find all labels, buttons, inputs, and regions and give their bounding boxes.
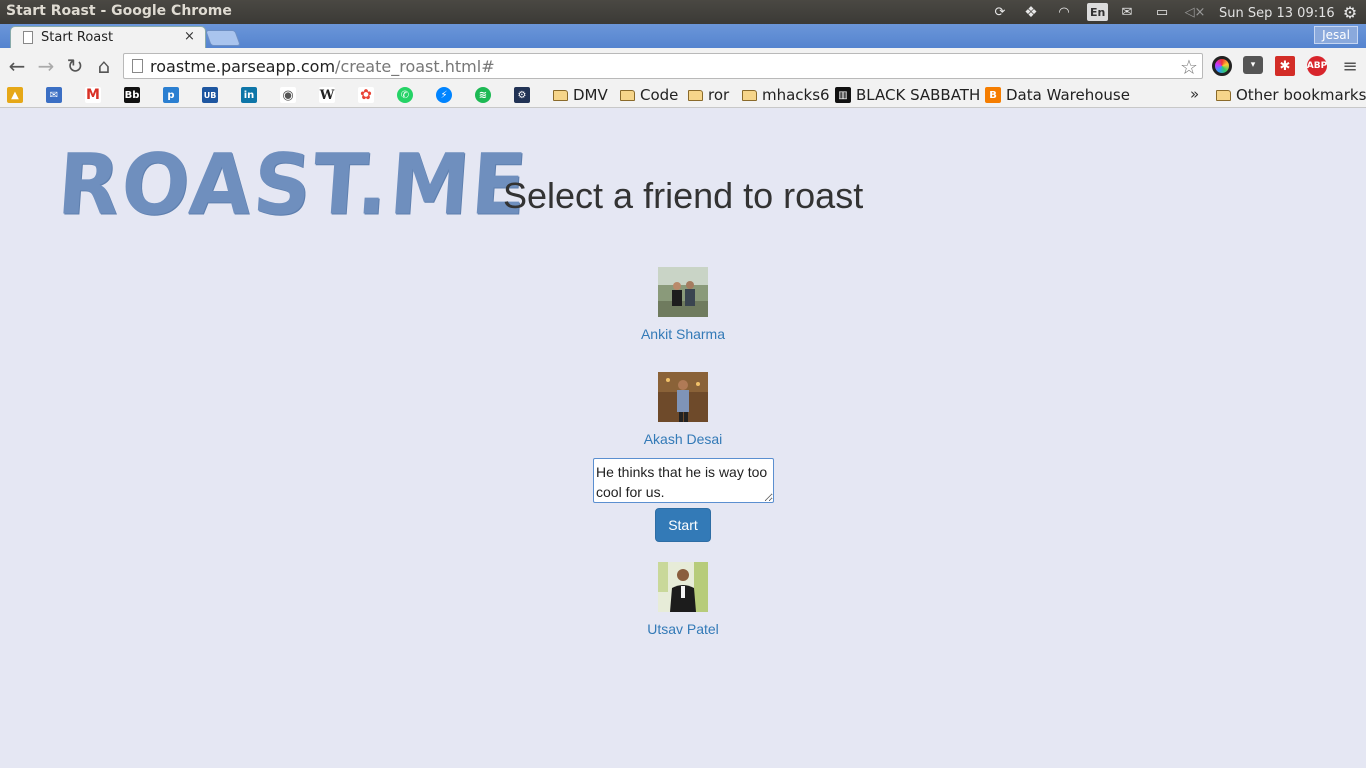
profile-button[interactable]: Jesal xyxy=(1314,26,1358,44)
tab-start-roast[interactable]: Start Roast × xyxy=(10,26,206,48)
lastpass-icon[interactable]: ✱ xyxy=(1275,56,1295,76)
bookmarks-bar: ▲ ✉ M Bb p UB in ◉ W ✿ ✆ ⚡ ≋ ⚙ DMV Code … xyxy=(0,84,1366,108)
back-icon[interactable]: ← xyxy=(5,54,29,78)
battery-icon[interactable]: ▭ xyxy=(1150,3,1174,21)
avatar[interactable] xyxy=(658,372,708,422)
other-bookmarks-folder[interactable]: Other bookmarks xyxy=(1216,86,1366,104)
bookmark-folder-label: mhacks6 xyxy=(762,86,830,104)
system-top-panel: Start Roast - Google Chrome ⟳ ❖ ◠ En ✉ ▭… xyxy=(0,0,1366,24)
folder-icon xyxy=(620,89,635,101)
folder-icon xyxy=(688,89,703,101)
page-title: Select a friend to roast xyxy=(503,175,864,216)
url-path: /create_roast.html# xyxy=(335,57,495,76)
friend-name-link[interactable]: Akash Desai xyxy=(583,431,783,447)
mail-icon[interactable]: ✉ xyxy=(1117,3,1137,21)
settings-gear-icon[interactable]: ⚙ xyxy=(1340,3,1360,22)
bookmark-whatsapp-icon[interactable]: ✆ xyxy=(397,87,413,103)
bookmark-mail-icon[interactable]: ✉ xyxy=(46,87,62,103)
friend-name-link[interactable]: Utsav Patel xyxy=(583,621,783,637)
bookmark-gmail-icon[interactable]: M xyxy=(85,87,101,103)
friend-card-ankit: Ankit Sharma xyxy=(583,267,783,342)
bookmark-spotify-icon[interactable]: ≋ xyxy=(475,87,491,103)
site-logo: ROAST.ME xyxy=(54,135,532,234)
adblock-icon[interactable]: ABP xyxy=(1307,56,1327,76)
start-button[interactable]: Start xyxy=(655,508,711,542)
bookmark-folder-label: Code xyxy=(640,86,679,104)
bookmark-folder-dmv[interactable]: DMV xyxy=(553,86,608,104)
friend-photo xyxy=(658,562,708,612)
wifi-icon[interactable]: ◠ xyxy=(1053,3,1075,21)
address-bar[interactable]: roastme.parseapp.com/create_roast.html# … xyxy=(123,53,1203,79)
folder-icon xyxy=(742,89,757,101)
page-content: ROAST.ME Select a friend to roast Ankit … xyxy=(0,109,1366,768)
bookmark-pearson-icon[interactable]: p xyxy=(163,87,179,103)
bookmark-folder-mhacks6[interactable]: mhacks6 xyxy=(742,86,830,104)
new-tab-button[interactable] xyxy=(205,30,241,46)
bookmark-github-icon[interactable]: ◉ xyxy=(280,87,296,103)
page-info-icon[interactable] xyxy=(132,59,143,73)
tab-close-icon[interactable]: × xyxy=(184,29,195,44)
tab-title: Start Roast xyxy=(41,30,114,45)
bookmarks-overflow-button[interactable]: » xyxy=(1190,85,1199,103)
folder-icon xyxy=(1216,89,1231,101)
friend-photo xyxy=(658,372,708,422)
reload-icon[interactable]: ↻ xyxy=(63,54,87,78)
bookmark-label: Data Warehouse xyxy=(1006,86,1130,104)
bookmark-folder-code[interactable]: Code xyxy=(620,86,678,104)
other-bookmarks-label: Other bookmarks xyxy=(1236,86,1366,104)
url-text: roastme.parseapp.com/create_roast.html# xyxy=(150,57,495,76)
colorpicker-icon[interactable] xyxy=(1212,56,1232,76)
bookmark-folder-label: DMV xyxy=(573,86,608,104)
sync-icon[interactable]: ⟳ xyxy=(992,3,1008,21)
bookmark-blackboard-icon[interactable]: Bb xyxy=(124,87,140,103)
bookmark-data-warehouse[interactable]: B Data Warehouse xyxy=(985,86,1130,104)
bookmark-linkedin-icon[interactable]: in xyxy=(241,87,257,103)
clock[interactable]: Sun Sep 13 09:16 xyxy=(1219,4,1335,22)
volume-muted-icon[interactable]: ◁× xyxy=(1185,3,1206,21)
bookmark-wikipedia-icon[interactable]: W xyxy=(319,87,335,103)
folder-icon xyxy=(553,89,568,101)
roast-message-input[interactable]: He thinks that he is way too cool for us… xyxy=(593,458,774,503)
friend-name-link[interactable]: Ankit Sharma xyxy=(583,326,783,342)
page-favicon-icon xyxy=(23,31,33,44)
blogger-icon: B xyxy=(985,87,1001,103)
bookmark-folder-label: ror xyxy=(708,86,730,104)
browser-toolbar: ← → ↻ ⌂ roastme.parseapp.com/create_roas… xyxy=(0,48,1366,84)
keyboard-layout-indicator[interactable]: En xyxy=(1087,3,1109,21)
bookmark-star-icon[interactable]: ☆ xyxy=(1180,55,1198,79)
bookmark-ub-icon[interactable]: UB xyxy=(202,87,218,103)
bookmark-black-sabbath[interactable]: ▥ BLACK SABBATH xyxy=(835,86,980,104)
bookmark-drive-icon[interactable]: ▲ xyxy=(7,87,23,103)
dropbox-icon[interactable]: ❖ xyxy=(1021,3,1041,21)
bookmark-folder-ror[interactable]: ror xyxy=(688,86,729,104)
friend-card-akash: Akash Desai xyxy=(583,372,783,447)
window-title: Start Roast - Google Chrome xyxy=(6,3,232,19)
tab-strip: Start Roast × Jesal xyxy=(0,24,1366,48)
url-host: roastme.parseapp.com xyxy=(150,57,336,76)
home-icon[interactable]: ⌂ xyxy=(92,54,116,78)
friend-photo xyxy=(658,267,708,317)
chrome-menu-icon[interactable]: ≡ xyxy=(1338,54,1362,78)
bookmark-tool-icon[interactable]: ⚙ xyxy=(514,87,530,103)
avatar[interactable] xyxy=(658,267,708,317)
bookmark-label: BLACK SABBATH xyxy=(856,86,981,104)
black-sabbath-icon: ▥ xyxy=(835,87,851,103)
pocket-icon[interactable]: ▾ xyxy=(1243,56,1263,74)
bookmark-messenger-icon[interactable]: ⚡ xyxy=(436,87,452,103)
bookmark-photos-icon[interactable]: ✿ xyxy=(358,87,374,103)
forward-icon[interactable]: → xyxy=(34,54,58,78)
friend-card-utsav: Utsav Patel xyxy=(583,562,783,637)
avatar[interactable] xyxy=(658,562,708,612)
